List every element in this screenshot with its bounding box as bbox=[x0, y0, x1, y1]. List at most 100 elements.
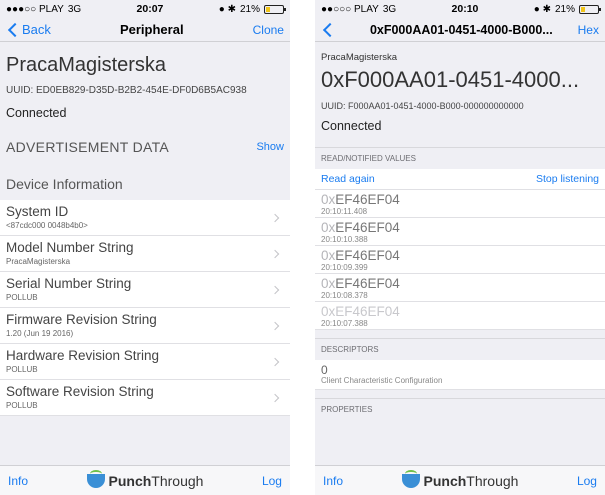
alarm-bluetooth-icon: ● ✱ bbox=[533, 3, 551, 15]
device-name: PracaMagisterska bbox=[6, 54, 167, 76]
value-timestamp: 20:10:11.408 bbox=[321, 207, 368, 216]
battery-icon bbox=[578, 4, 601, 14]
chevron-right-icon bbox=[270, 249, 280, 258]
value-prefix: 0x bbox=[321, 304, 336, 319]
battery-percent: 21% bbox=[239, 3, 260, 15]
status-bar: ●●○○○ PLAY 3G 20:10 ● ✱ 21% bbox=[315, 0, 605, 18]
page-title: 0xF000AA01-0451-4000-B000... bbox=[369, 22, 553, 37]
back-button[interactable] bbox=[321, 22, 338, 37]
advertisement-data-row: ADVERTISEMENT DATA Show bbox=[0, 130, 290, 164]
stop-listening-button[interactable]: Stop listening bbox=[536, 173, 599, 185]
log-button[interactable]: Log bbox=[577, 474, 597, 488]
value-hex: EF46EF04 bbox=[335, 248, 400, 263]
bottom-toolbar: Info PunchThrough Log bbox=[0, 465, 290, 495]
chevron-right-icon bbox=[270, 213, 280, 222]
descriptors-caption: DESCRIPTORS bbox=[315, 338, 605, 360]
punchthrough-logo: PunchThrough bbox=[401, 469, 519, 489]
value-prefix: 0x bbox=[321, 248, 336, 263]
value-timestamp: 20:10:08.378 bbox=[321, 291, 368, 300]
values-section-caption: READ/NOTIFIED VALUES bbox=[315, 147, 605, 169]
item-value: PracaMagisterska bbox=[6, 256, 71, 266]
item-title: Hardware Revision String bbox=[6, 348, 160, 364]
chevron-left-icon bbox=[7, 22, 23, 37]
connection-status: Connected bbox=[321, 119, 382, 133]
clock: 20:07 bbox=[136, 3, 164, 15]
info-button[interactable]: Info bbox=[8, 474, 28, 488]
hex-button[interactable]: Hex bbox=[578, 23, 599, 37]
descriptor-name: Client Characteristic Configuration bbox=[321, 376, 443, 385]
list-item-firmware-revision[interactable]: Firmware Revision String 1.20 (Jun 19 201… bbox=[0, 308, 290, 344]
item-value: POLLUB bbox=[6, 400, 38, 410]
brand-part-a: Punch bbox=[423, 472, 467, 489]
value-row: 0xEF46EF04 20:10:09.399 bbox=[315, 246, 605, 274]
value-row: 0xEF46EF04 20:10:08.378 bbox=[315, 274, 605, 302]
battery-percent: 21% bbox=[554, 3, 575, 15]
value-row: 0xEF46EF04 20:10:10.388 bbox=[315, 218, 605, 246]
battery-icon bbox=[263, 4, 286, 14]
punchthrough-logo-icon bbox=[401, 469, 420, 488]
device-uuid: UUID: ED0EB829-D35D-B2B2-454E-DF0D6B5AC9… bbox=[6, 85, 247, 96]
status-bar: ●●●○○ PLAY 3G 20:07 ● ✱ 21% bbox=[0, 0, 290, 18]
network-label: 3G bbox=[382, 3, 397, 15]
item-title: Firmware Revision String bbox=[6, 312, 157, 328]
brand-part-b: Through bbox=[151, 472, 204, 489]
clone-button[interactable]: Clone bbox=[253, 23, 284, 37]
value-hex: EF46EF04 bbox=[335, 276, 400, 291]
network-label: 3G bbox=[67, 3, 82, 15]
value-hex: EF46EF04 bbox=[335, 304, 400, 319]
chevron-right-icon bbox=[270, 393, 280, 402]
item-value: 1.20 (Jun 19 2016) bbox=[6, 328, 74, 338]
characteristic-screen: ●●○○○ PLAY 3G 20:10 ● ✱ 21% 0xF000AA01-0… bbox=[315, 0, 605, 495]
list-item-software-revision[interactable]: Software Revision String POLLUB bbox=[0, 380, 290, 416]
back-label: Back bbox=[22, 22, 51, 37]
advertisement-label: ADVERTISEMENT DATA bbox=[6, 139, 170, 155]
value-row: 0xEF46EF04 20:10:07.388 bbox=[315, 302, 605, 330]
descriptor-value: 0 bbox=[321, 363, 328, 377]
chevron-right-icon bbox=[270, 357, 280, 366]
carrier-label: ●●●○○ PLAY bbox=[6, 3, 64, 15]
back-button[interactable]: Back bbox=[6, 22, 51, 37]
value-timestamp: 20:10:09.399 bbox=[321, 263, 368, 272]
item-title: Software Revision String bbox=[6, 384, 154, 400]
item-title: System ID bbox=[6, 204, 69, 220]
list-item-model-number[interactable]: Model Number String PracaMagisterska bbox=[0, 236, 290, 272]
value-prefix: 0x bbox=[321, 276, 336, 291]
device-name: PracaMagisterska bbox=[321, 52, 398, 63]
show-advertisement-button[interactable]: Show bbox=[256, 141, 284, 153]
peripheral-screen: ●●●○○ PLAY 3G 20:07 ● ✱ 21% Back Periphe… bbox=[0, 0, 290, 495]
item-title: Model Number String bbox=[6, 240, 134, 256]
item-value: POLLUB bbox=[6, 364, 38, 374]
value-prefix: 0x bbox=[321, 220, 336, 235]
value-timestamp: 20:10:10.388 bbox=[321, 235, 368, 244]
device-information-header: Device Information bbox=[6, 176, 123, 192]
clock: 20:10 bbox=[451, 3, 479, 15]
carrier-label: ●●○○○ PLAY bbox=[321, 3, 379, 15]
punchthrough-logo: PunchThrough bbox=[86, 469, 204, 489]
item-value: POLLUB bbox=[6, 292, 38, 302]
punchthrough-logo-icon bbox=[86, 469, 105, 488]
values-actions: Read again Stop listening bbox=[315, 169, 605, 190]
list-item-serial-number[interactable]: Serial Number String POLLUB bbox=[0, 272, 290, 308]
connection-status: Connected bbox=[6, 106, 67, 120]
chevron-right-icon bbox=[270, 285, 280, 294]
brand-part-b: Through bbox=[466, 472, 519, 489]
properties-caption: PROPERTIES bbox=[315, 398, 605, 420]
item-value: <87cdc000 0048b4b0> bbox=[6, 220, 88, 230]
value-hex: EF46EF04 bbox=[335, 192, 400, 207]
list-item-system-id[interactable]: System ID <87cdc000 0048b4b0> bbox=[0, 200, 290, 236]
bottom-toolbar: Info PunchThrough Log bbox=[315, 465, 605, 495]
value-timestamp: 20:10:07.388 bbox=[321, 319, 368, 328]
info-button[interactable]: Info bbox=[323, 474, 343, 488]
value-hex: EF46EF04 bbox=[335, 220, 400, 235]
log-button[interactable]: Log bbox=[262, 474, 282, 488]
chevron-right-icon bbox=[270, 321, 280, 330]
read-again-button[interactable]: Read again bbox=[321, 173, 375, 185]
page-title: Peripheral bbox=[119, 22, 184, 37]
list-item-hardware-revision[interactable]: Hardware Revision String POLLUB bbox=[0, 344, 290, 380]
value-prefix: 0x bbox=[321, 192, 336, 207]
characteristic-uuid: UUID: F000AA01-0451-4000-B000-0000000000… bbox=[321, 101, 524, 111]
chevron-left-icon bbox=[322, 22, 338, 37]
characteristic-name: 0xF000AA01-0451-4000... bbox=[321, 67, 580, 92]
descriptor-row[interactable]: 0 Client Characteristic Configuration bbox=[315, 360, 605, 390]
navigation-bar: 0xF000AA01-0451-4000-B000... Hex bbox=[315, 18, 605, 42]
